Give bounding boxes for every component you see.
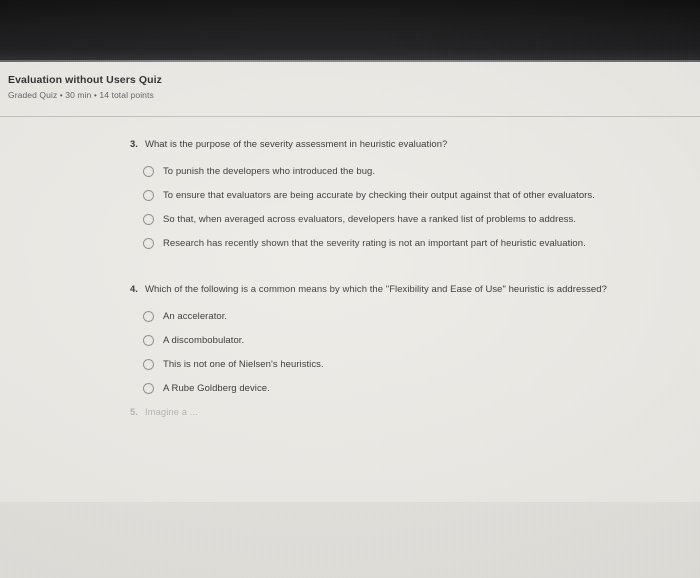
question-header: 4. Which of the following is a common mea… [0, 284, 700, 295]
quiz-question: 4. Which of the following is a common mea… [0, 284, 700, 394]
answer-option[interactable]: A discombobulator. [143, 335, 700, 346]
answer-options: To punish the developers who introduced … [0, 166, 700, 249]
answer-option-label: To ensure that evaluators are being accu… [163, 190, 595, 201]
answer-option-label: An accelerator. [163, 311, 228, 322]
answer-option[interactable]: This is not one of Nielsen's heuristics. [143, 359, 700, 370]
answer-options: An accelerator. A discombobulator. This is… [0, 311, 700, 394]
question-text: What is the purpose of the severity asse… [144, 139, 448, 150]
question-text: Which of the following is a common means… [144, 284, 607, 295]
answer-option[interactable]: Research has recently shown that the sev… [143, 238, 700, 249]
question-spacer [0, 262, 700, 284]
radio-button-icon[interactable] [143, 214, 154, 225]
answer-option-label: This is not one of Nielsen's heuristics. [163, 359, 324, 370]
answer-option-label: So that, when averaged across evaluators… [163, 214, 576, 225]
question-text: Imagine a ... [144, 407, 198, 418]
quiz-meta: Graded Quiz • 30 min • 14 total points [8, 90, 154, 100]
question-list: 3. What is the purpose of the severity as… [0, 117, 700, 394]
question-5-partial: 5. Imagine a ... [0, 407, 700, 418]
answer-option-label: A Rube Goldberg device. [163, 383, 270, 394]
answer-option[interactable]: A Rube Goldberg device. [143, 383, 700, 394]
quiz-question: 3. What is the purpose of the severity as… [0, 139, 700, 249]
answer-option[interactable]: So that, when averaged across evaluators… [143, 214, 700, 225]
radio-button-icon[interactable] [143, 359, 154, 370]
radio-button-icon[interactable] [143, 383, 154, 394]
radio-button-icon[interactable] [143, 238, 154, 249]
monitor-bezel [0, 0, 700, 62]
answer-option-label: Research has recently shown that the sev… [163, 238, 586, 249]
browser-window: GhttpmarcCCourCCourCE✕⊕PowCCourCCour⊕Pow… [0, 62, 700, 578]
question-number: 4. [130, 284, 138, 295]
answer-option-label: A discombobulator. [163, 335, 245, 346]
answer-option[interactable]: To ensure that evaluators are being accu… [143, 190, 700, 201]
question-number: 3. [130, 139, 138, 150]
question-number: 5. [130, 407, 138, 418]
answer-option-label: To punish the developers who introduced … [163, 166, 376, 177]
answer-option[interactable]: An accelerator. [143, 311, 700, 322]
radio-button-icon[interactable] [143, 311, 154, 322]
radio-button-icon[interactable] [143, 190, 154, 201]
quiz-page: Evaluation without Users Quiz Graded Qui… [0, 62, 700, 502]
answer-option[interactable]: To punish the developers who introduced … [143, 166, 700, 177]
radio-button-icon[interactable] [143, 335, 154, 346]
quiz-header: Evaluation without Users Quiz Graded Qui… [0, 62, 700, 108]
page-title: Evaluation without Users Quiz [8, 74, 163, 86]
question-header: 3. What is the purpose of the severity as… [0, 139, 700, 150]
radio-button-icon[interactable] [143, 166, 154, 177]
